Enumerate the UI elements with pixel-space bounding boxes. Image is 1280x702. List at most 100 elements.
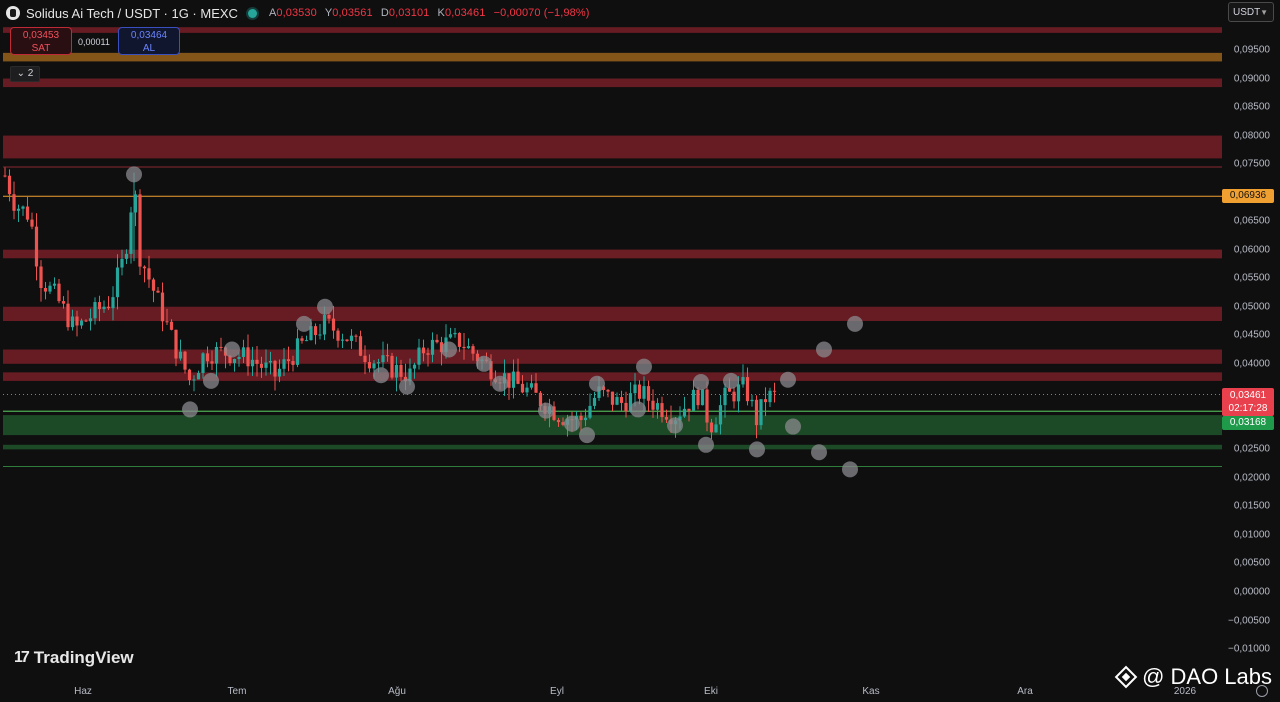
price-tick: 0,08000 bbox=[1233, 130, 1270, 142]
candle-body bbox=[534, 383, 538, 393]
close-value: 0,03461 bbox=[444, 7, 486, 19]
candle-body bbox=[210, 361, 214, 364]
price-tick: 0,00000 bbox=[1233, 586, 1270, 598]
symbol-title[interactable]: Solidus Ai Tech / USDT · 1G · MEXC bbox=[26, 6, 238, 21]
candle-body bbox=[363, 355, 367, 363]
candle-body bbox=[264, 362, 268, 368]
candle-body bbox=[75, 316, 79, 326]
indicators-toggle[interactable]: ⌄ 2 bbox=[10, 66, 40, 82]
candle-body bbox=[759, 399, 763, 426]
candle-body bbox=[273, 360, 277, 377]
sell-button[interactable]: 0,03453 SAT bbox=[10, 27, 72, 55]
candle-body bbox=[471, 346, 475, 354]
candle-body bbox=[48, 285, 52, 292]
price-tick: 0,08500 bbox=[1233, 101, 1270, 113]
candle-body bbox=[772, 390, 777, 392]
support-zone bbox=[3, 444, 1222, 450]
pivot-marker bbox=[667, 417, 683, 434]
candle-body bbox=[520, 383, 525, 393]
pivot-marker bbox=[630, 401, 646, 418]
pivot-marker bbox=[182, 401, 198, 418]
candle-body bbox=[763, 399, 768, 403]
price-tick: 0,05000 bbox=[1233, 301, 1270, 313]
candle-body bbox=[291, 361, 295, 365]
candle-body bbox=[111, 297, 115, 309]
candle-body bbox=[165, 321, 169, 323]
candle-body bbox=[237, 356, 241, 360]
coin-logo-icon bbox=[6, 6, 20, 20]
resistance-zone bbox=[3, 52, 1222, 62]
candle-body bbox=[115, 267, 120, 298]
candle-body bbox=[696, 389, 700, 406]
support-zone bbox=[3, 415, 1222, 436]
chart-header: Solidus Ai Tech / USDT · 1G · MEXC A0,03… bbox=[6, 3, 590, 23]
market-open-icon bbox=[247, 8, 257, 18]
sell-price: 0,03453 bbox=[22, 30, 60, 41]
candle-body bbox=[93, 302, 97, 319]
candle-body bbox=[466, 346, 471, 349]
candle-body bbox=[322, 315, 327, 335]
candle-body bbox=[682, 408, 687, 417]
ohlc-readout: A0,03530 Y0,03561 D0,03101 K0,03461 −0,0… bbox=[269, 7, 590, 19]
price-axis[interactable]: 0,09500 0,09000 0,08500 0,08000 0,07500 0,065… bbox=[1222, 0, 1280, 680]
buy-price: 0,03464 bbox=[130, 30, 168, 41]
candle-body bbox=[583, 417, 588, 421]
candle-body bbox=[295, 338, 300, 365]
candle-body bbox=[192, 379, 196, 381]
resistance-zone bbox=[3, 27, 1222, 33]
candle-body bbox=[610, 391, 615, 405]
candle-body bbox=[655, 403, 660, 410]
pivot-marker bbox=[296, 315, 312, 332]
price-tick: 0,02500 bbox=[1233, 443, 1270, 455]
time-tick: Ara bbox=[1017, 686, 1033, 697]
candles-layer bbox=[3, 167, 777, 440]
spread-value: 0,00011 bbox=[78, 37, 110, 47]
price-tick: 0,05500 bbox=[1233, 272, 1270, 284]
candle-body bbox=[709, 422, 714, 433]
candle-body bbox=[102, 306, 106, 310]
candle-body bbox=[196, 373, 201, 380]
candle-body bbox=[750, 399, 754, 402]
candle-body bbox=[457, 332, 462, 347]
candle-body bbox=[732, 391, 736, 402]
candle-body bbox=[70, 316, 75, 328]
pivot-marker bbox=[203, 372, 219, 389]
price-tick: 0,06500 bbox=[1233, 215, 1270, 227]
candle-body bbox=[174, 329, 178, 359]
candle-body bbox=[52, 283, 57, 286]
tradingview-logo[interactable]: 17 TradingView bbox=[14, 648, 134, 668]
candle-body bbox=[529, 383, 534, 388]
candle-body bbox=[385, 355, 390, 357]
candle-body bbox=[426, 353, 430, 355]
candle-body bbox=[691, 389, 696, 411]
candle-body bbox=[394, 364, 399, 378]
candle-body bbox=[745, 377, 750, 402]
price-tick: 0,09000 bbox=[1233, 73, 1270, 85]
candle-body bbox=[3, 175, 7, 177]
zones-layer bbox=[3, 27, 1222, 450]
watermark-text: @ DAO Labs bbox=[1142, 664, 1272, 689]
time-axis[interactable]: Haz Tem Ağu Eyl Eki Kas Ara 2026 bbox=[0, 682, 1222, 702]
candle-body bbox=[435, 339, 439, 343]
pivot-marker bbox=[126, 166, 142, 183]
time-tick: Haz bbox=[74, 686, 92, 697]
pivot-marker bbox=[811, 444, 827, 461]
candle-body bbox=[66, 303, 70, 328]
price-chart[interactable] bbox=[0, 0, 1280, 702]
candle-body bbox=[7, 175, 12, 195]
candle-body bbox=[358, 336, 363, 356]
candle-body bbox=[768, 390, 772, 403]
candle-body bbox=[43, 288, 48, 292]
candle-body bbox=[642, 386, 646, 399]
buy-button[interactable]: 0,03464 AL bbox=[118, 27, 180, 55]
candle-body bbox=[453, 332, 457, 335]
candle-body bbox=[619, 397, 624, 403]
close-key: K bbox=[437, 7, 445, 19]
pivot-marker bbox=[399, 378, 415, 395]
resistance-zone bbox=[3, 135, 1222, 159]
candle-body bbox=[205, 353, 210, 362]
price-tick: 0,04500 bbox=[1233, 329, 1270, 341]
candle-body bbox=[331, 318, 336, 331]
candle-body bbox=[700, 389, 705, 406]
pivot-marker bbox=[847, 315, 863, 332]
